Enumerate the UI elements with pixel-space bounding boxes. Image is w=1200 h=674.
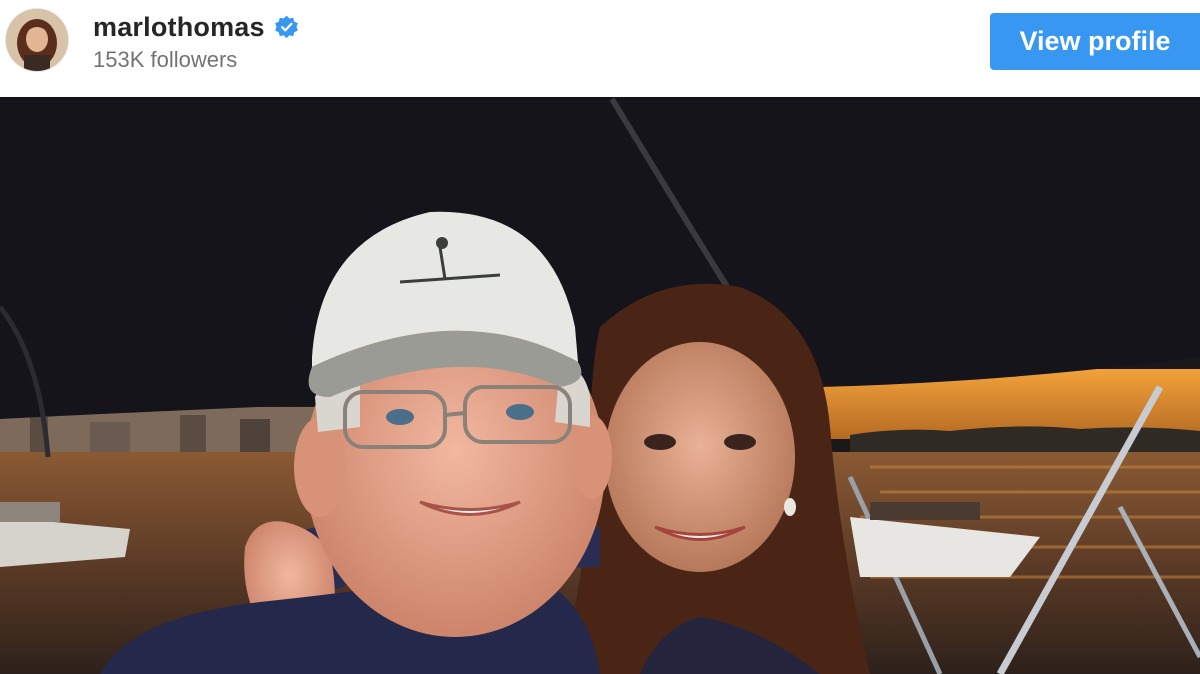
post-header: marlothomas 153K followers View profile [0,0,1200,97]
follower-count: 153K followers [93,47,238,72]
username[interactable]: marlothomas [93,12,265,43]
view-profile-button[interactable]: View profile [990,13,1200,70]
username-row: marlothomas [93,12,299,43]
verified-badge-icon [274,15,299,40]
profile-avatar[interactable] [6,9,68,71]
post-photo[interactable] [0,97,1200,674]
